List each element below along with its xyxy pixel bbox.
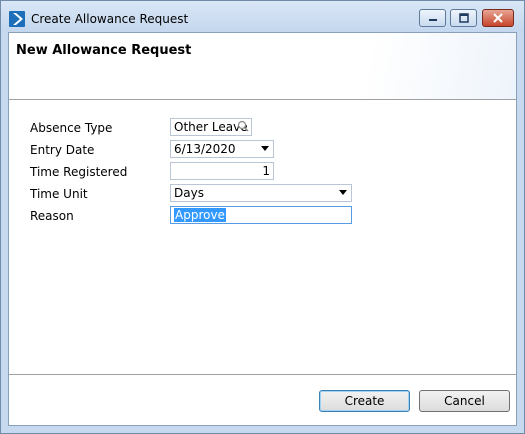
reason-label: Reason	[30, 209, 74, 223]
header-panel: New Allowance Request	[9, 33, 516, 100]
time-unit-select[interactable]: Days	[170, 184, 352, 202]
absence-type-label: Absence Type	[30, 121, 113, 135]
chevron-down-icon[interactable]	[339, 190, 347, 195]
app-logo-icon	[9, 11, 25, 27]
reason-value: Approve	[174, 208, 226, 222]
dialog-content: New Allowance Request Absence Type Other…	[8, 32, 517, 426]
cancel-button[interactable]: Cancel	[419, 390, 510, 412]
minimize-icon	[428, 19, 437, 21]
close-button[interactable]	[482, 9, 514, 27]
maximize-icon	[458, 13, 469, 23]
create-button[interactable]: Create	[319, 390, 410, 412]
absence-type-lookup[interactable]: Other Leave	[170, 118, 252, 136]
time-registered-label: Time Registered	[30, 165, 128, 179]
entry-date-value: 6/13/2020	[174, 142, 236, 156]
entry-date-picker[interactable]: 6/13/2020	[170, 140, 274, 158]
time-registered-input[interactable]: 1	[170, 162, 274, 180]
chevron-down-icon[interactable]	[261, 146, 269, 151]
window-title: Create Allowance Request	[31, 12, 189, 26]
search-icon[interactable]	[237, 120, 249, 135]
minimize-button[interactable]	[419, 9, 446, 27]
close-icon	[493, 13, 503, 23]
time-unit-label: Time Unit	[30, 187, 88, 201]
maximize-button[interactable]	[450, 9, 477, 27]
title-bar[interactable]: Create Allowance Request	[1, 1, 524, 32]
time-registered-value: 1	[262, 164, 270, 178]
footer-divider	[9, 374, 516, 375]
time-unit-value: Days	[174, 186, 204, 200]
dialog-window: Create Allowance Request New Allowance R…	[0, 0, 525, 434]
page-title: New Allowance Request	[16, 43, 192, 58]
reason-input[interactable]: Approve	[170, 206, 352, 224]
entry-date-label: Entry Date	[30, 143, 95, 157]
